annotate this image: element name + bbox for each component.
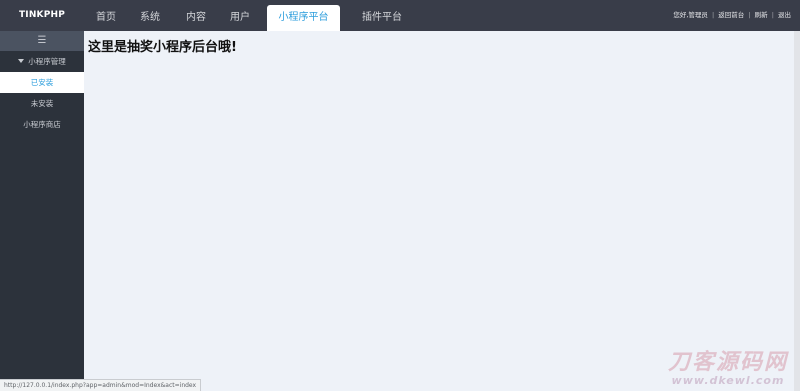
divider: |	[771, 11, 774, 19]
sidebar-item-miniprogram-store[interactable]: 小程序商店	[0, 114, 84, 135]
sidebar-item-not-installed[interactable]: 未安装	[0, 93, 84, 114]
sidebar: ☰ 小程序管理 已安装 未安装 小程序商店	[0, 31, 84, 391]
nav-content[interactable]: 内容	[174, 0, 218, 31]
caret-down-icon	[18, 59, 25, 63]
browser-status-bar: http://127.0.0.1/index.php?app=admin&mod…	[0, 379, 202, 391]
sidebar-group-label: 小程序管理	[28, 57, 66, 66]
sidebar-collapse-button[interactable]: ☰	[0, 31, 84, 51]
app-logo: TINKPHP	[18, 10, 66, 20]
divider: |	[712, 11, 715, 19]
sidebar-item-installed[interactable]: 已安装	[0, 72, 84, 93]
watermark-url: www.dkewl.com	[671, 374, 785, 387]
nav-home[interactable]: 首页	[84, 0, 128, 31]
divider: |	[748, 11, 751, 19]
watermark-title: 刀客源码网	[667, 350, 788, 375]
logout-link[interactable]: 退出	[778, 11, 791, 19]
hamburger-icon: ☰	[37, 35, 47, 46]
nav-plugin-platform[interactable]: 插件平台	[352, 0, 412, 31]
vertical-scrollbar[interactable]	[794, 31, 800, 391]
refresh-link[interactable]: 刷新	[755, 11, 768, 19]
main-content: 这里是抽奖小程序后台哦!	[84, 31, 794, 391]
back-to-frontend-link[interactable]: 返回前台	[718, 11, 744, 19]
watermark: 刀客源码网 www.dkewl.com	[668, 351, 788, 387]
user-links: 您好,管理员 | 返回前台 | 刷新 | 退出	[673, 0, 791, 31]
nav-users[interactable]: 用户	[218, 0, 262, 31]
greeting-text: 您好,管理员	[673, 11, 708, 19]
top-navbar: TINKPHP 首页 系统 内容 用户 小程序平台 插件平台 您好,管理员 | …	[0, 0, 800, 31]
nav-system[interactable]: 系统	[128, 0, 172, 31]
sidebar-group-miniprogram-management[interactable]: 小程序管理	[0, 51, 84, 72]
page-heading: 这里是抽奖小程序后台哦!	[88, 40, 237, 55]
nav-miniprogram-platform[interactable]: 小程序平台	[267, 5, 340, 31]
